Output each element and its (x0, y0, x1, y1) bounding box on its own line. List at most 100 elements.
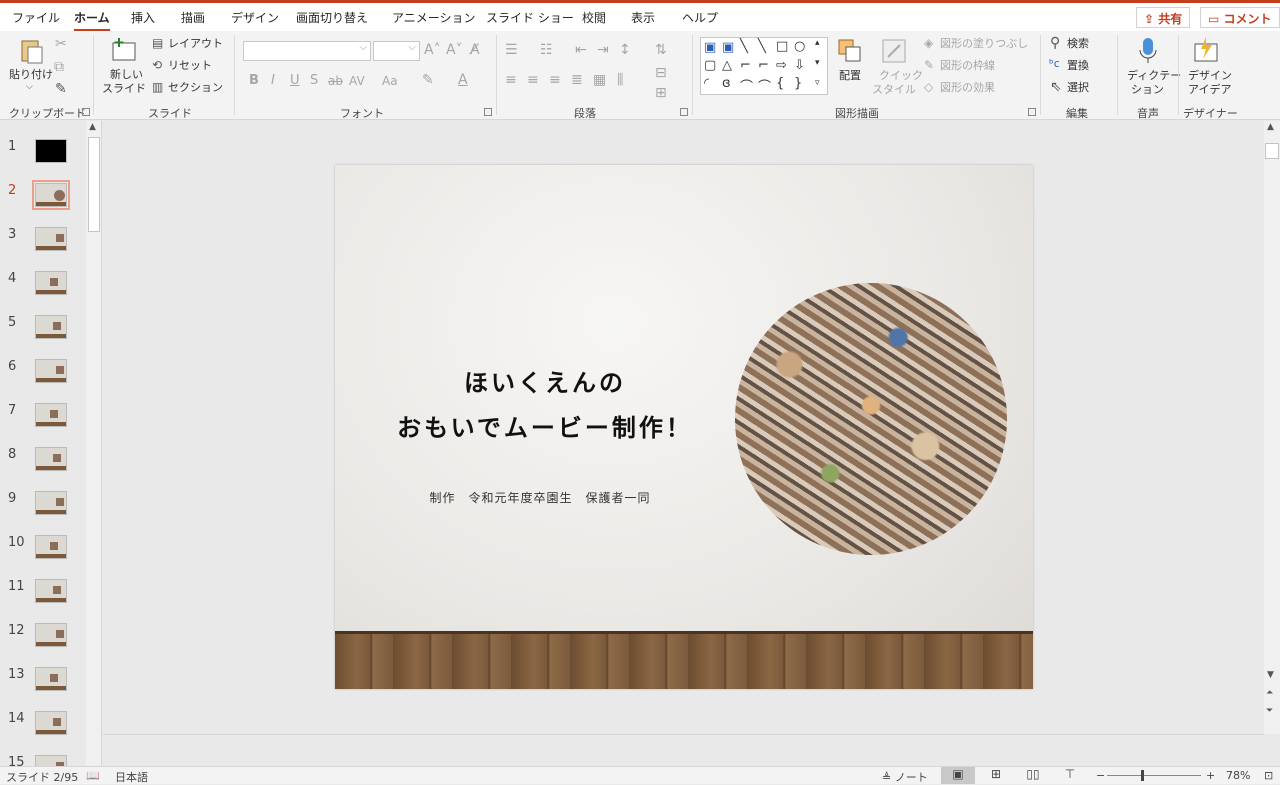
slide-thumbnail[interactable] (35, 139, 67, 163)
connector-icon[interactable]: ⌐ (740, 58, 751, 73)
arrow-line-icon[interactable]: ╲ (758, 39, 766, 54)
tab-insert[interactable]: 挿入 (131, 9, 155, 26)
columns-icon[interactable]: ⫼ (617, 73, 623, 87)
smartart-icon[interactable]: ⊞ (655, 86, 667, 100)
previous-slide-icon[interactable]: ⏶ (1266, 689, 1273, 698)
slide-thumbnail[interactable] (35, 227, 67, 251)
tab-design[interactable]: デザイン (231, 9, 279, 26)
slide-thumbnail[interactable] (35, 535, 67, 559)
bold-button[interactable]: B (249, 74, 259, 87)
slide-thumbnail[interactable] (35, 491, 67, 515)
line-spacing-icon[interactable]: ↕ (619, 43, 631, 57)
share-button[interactable]: ⇪ 共有 (1136, 7, 1191, 28)
align-left-icon[interactable]: ≡ (505, 73, 517, 87)
shrink-font-icon[interactable]: A˅ (446, 43, 463, 57)
shapes-gallery[interactable]: ▣ ▣ ╲ ╲ □ ○ ▢ △ ⌐ ⌐ ⇨ ⇩ ◜ ɞ ⌒ ⌒ { } ▴ ▾ … (700, 37, 828, 95)
grow-font-icon[interactable]: A˄ (424, 43, 441, 57)
slideshow-view-icon[interactable]: ⊤ (1053, 767, 1087, 784)
cut-icon[interactable]: ✂ (55, 37, 67, 51)
increase-indent-icon[interactable]: ⇥ (597, 43, 609, 57)
slide-sorter-icon[interactable]: ⊞ (979, 767, 1013, 784)
bullets-icon[interactable]: ☰ (505, 43, 518, 57)
left-brace-icon[interactable]: { (776, 76, 784, 91)
paragraph-launcher-icon[interactable] (680, 108, 688, 116)
slide-thumbnail[interactable] (35, 447, 67, 471)
tab-animations[interactable]: アニメーション (392, 9, 476, 26)
zoom-out-icon[interactable]: − (1096, 769, 1105, 782)
slide-thumbnail[interactable] (32, 180, 70, 210)
block-arrow-right-icon[interactable]: ⇨ (776, 58, 787, 73)
triangle-icon[interactable]: △ (722, 58, 732, 73)
font-color-icon[interactable]: A (458, 73, 468, 87)
elbow-connector-icon[interactable]: ⌐ (758, 58, 769, 73)
highlight-icon[interactable]: ✎ (422, 73, 434, 87)
clipboard-launcher-icon[interactable] (82, 108, 90, 116)
slide-thumbnail[interactable] (35, 579, 67, 603)
slide-title[interactable]: ほいくえんの おもいでムービー制作！ (365, 361, 725, 451)
slide-thumbnail[interactable] (35, 315, 67, 339)
oval-icon[interactable]: ○ (794, 39, 805, 54)
decrease-indent-icon[interactable]: ⇤ (575, 43, 587, 57)
slide-thumbnail[interactable] (35, 623, 67, 647)
rounded-rect-icon[interactable]: ▢ (704, 58, 716, 73)
font-size-combo[interactable] (373, 41, 420, 61)
scroll-up-icon[interactable]: ▲ (89, 123, 96, 132)
line-icon[interactable]: ╲ (740, 39, 748, 54)
shadow-button[interactable]: S (310, 74, 318, 87)
scroll-up-icon[interactable]: ▲ (1267, 123, 1274, 132)
textbox-icon[interactable]: ▣ (704, 40, 716, 55)
zoom-slider-thumb[interactable] (1141, 770, 1144, 781)
tab-transitions[interactable]: 画面切り替え (296, 9, 368, 26)
align-center-icon[interactable]: ≡ (527, 73, 539, 87)
tab-file[interactable]: ファイル (12, 9, 60, 26)
zoom-in-icon[interactable]: + (1206, 769, 1215, 782)
slide-thumbnail[interactable] (35, 667, 67, 691)
rectangle-icon[interactable]: □ (776, 39, 788, 54)
spellcheck-icon[interactable]: 📖 (86, 769, 100, 782)
freeform-icon[interactable]: ◜ (704, 76, 709, 91)
comment-button[interactable]: ▭ コメント (1200, 7, 1280, 28)
scroll-down-icon[interactable]: ▼ (1267, 671, 1274, 680)
copy-icon[interactable]: ⧉ (54, 60, 64, 74)
arc-icon[interactable]: ⌒ (758, 76, 771, 95)
gallery-down-icon[interactable]: ▾ (815, 58, 820, 68)
slide-thumbnail[interactable] (35, 755, 67, 766)
italic-button[interactable]: I (271, 74, 275, 87)
slide-thumbnail[interactable] (35, 403, 67, 427)
vertical-textbox-icon[interactable]: ▣ (722, 40, 734, 55)
font-launcher-icon[interactable] (484, 108, 492, 116)
drawing-launcher-icon[interactable] (1028, 108, 1036, 116)
block-arrow-down-icon[interactable]: ⇩ (794, 58, 805, 73)
align-text-icon[interactable]: ⊟ (655, 66, 667, 80)
numbering-icon[interactable]: ☷ (540, 43, 553, 57)
scribble-icon[interactable]: ɞ (722, 76, 731, 91)
thumbnail-scrollbar[interactable]: ▲ (86, 121, 101, 766)
gallery-more-icon[interactable]: ▿ (815, 78, 820, 88)
underline-button[interactable]: U (290, 74, 300, 87)
scroll-thumb[interactable] (1265, 143, 1279, 159)
language-indicator[interactable]: 日本語 (115, 769, 148, 785)
editor-scrollbar[interactable]: ▲ ▼ ⏶ ⏷ (1264, 121, 1280, 734)
distributed-icon[interactable]: ▦ (593, 73, 606, 87)
tab-view[interactable]: 表示 (631, 9, 655, 26)
slide-thumbnail[interactable] (35, 711, 67, 735)
fit-to-window-icon[interactable]: ⊡ (1264, 769, 1273, 782)
scroll-thumb[interactable] (88, 137, 100, 232)
right-brace-icon[interactable]: } (794, 76, 802, 91)
slide-editor[interactable]: ほいくえんの おもいでムービー制作！ 制作 令和元年度卒園生 保護者一同 (103, 121, 1264, 734)
slide-subtitle[interactable]: 制作 令和元年度卒園生 保護者一同 (395, 489, 685, 506)
notes-divider[interactable] (103, 734, 1264, 766)
strikethrough-button[interactable]: ab (328, 75, 343, 87)
justify-icon[interactable]: ≣ (571, 73, 583, 87)
font-name-combo[interactable] (243, 41, 371, 61)
text-direction-icon[interactable]: ⇅ (655, 43, 667, 57)
slide-thumbnail-pane[interactable]: 1 2 3 4 5 6 7 8 9 10 11 12 13 14 15 ▲ (0, 121, 102, 766)
reading-view-icon[interactable]: ▯▯ (1016, 767, 1050, 784)
slide-thumbnail[interactable] (35, 271, 67, 295)
notes-button[interactable]: ≜ ノート (882, 769, 928, 785)
zoom-slider[interactable] (1107, 775, 1201, 776)
clear-format-icon[interactable]: A̸ (470, 43, 480, 57)
align-right-icon[interactable]: ≡ (549, 73, 561, 87)
tab-slideshow[interactable]: スライド ショー (486, 9, 574, 26)
next-slide-icon[interactable]: ⏷ (1266, 707, 1273, 716)
